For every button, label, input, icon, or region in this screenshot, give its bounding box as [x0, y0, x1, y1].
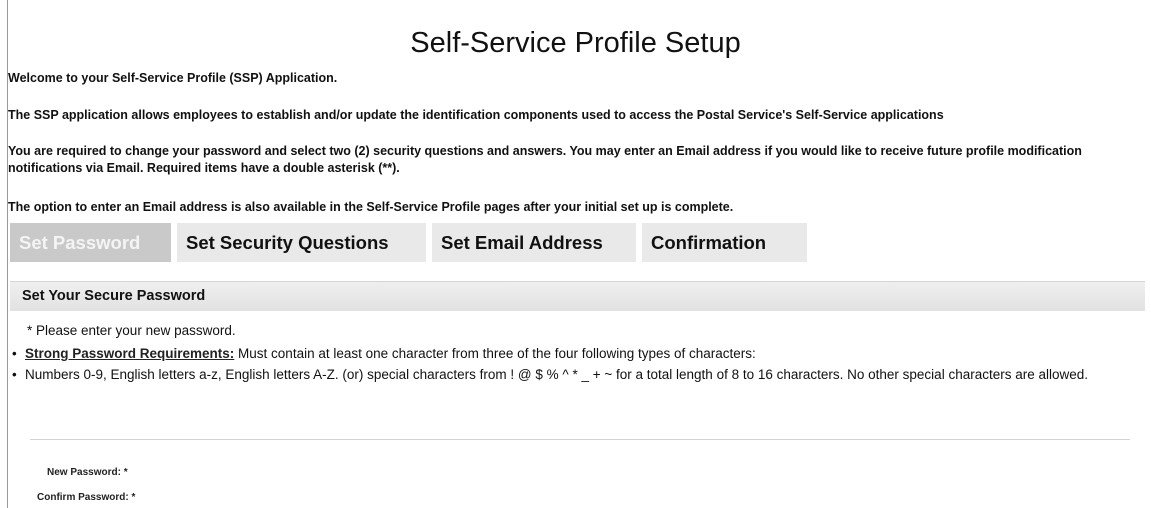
bullet-marker: • [12, 346, 17, 361]
new-password-label: New Password: * [47, 467, 128, 478]
bullet-marker: • [12, 367, 17, 382]
tab-set-password[interactable]: Set Password [10, 223, 171, 262]
page-title: Self-Service Profile Setup [410, 27, 741, 59]
section-title: Set Your Secure Password [22, 288, 206, 304]
section-divider [30, 439, 1130, 440]
allowed-characters-text: Numbers 0-9, English letters a-z, Englis… [25, 367, 1089, 382]
tab-set-email-address[interactable]: Set Email Address [432, 223, 636, 262]
description-text: The SSP application allows employees to … [8, 108, 944, 122]
welcome-text: Welcome to your Self-Service Profile (SS… [8, 71, 338, 85]
confirm-password-label: Confirm Password: * [37, 492, 136, 503]
strong-password-requirements-link[interactable]: Strong Password Requirements: [25, 346, 234, 361]
requirements-bullet: • Strong Password Requirements: Must cont… [12, 345, 1132, 363]
password-instruction: * Please enter your new password. [27, 323, 236, 338]
requirements-text: Must contain at least one character from… [234, 346, 756, 361]
requirement-text: You are required to change your password… [8, 144, 1082, 175]
section-header: Set Your Secure Password [10, 281, 1145, 311]
email-option-text: The option to enter an Email address is … [8, 200, 734, 214]
setup-tabs: Set Password Set Security Questions Set … [10, 223, 807, 262]
characters-bullet: • Numbers 0-9, English letters a-z, Engli… [12, 366, 1102, 384]
tab-set-security-questions[interactable]: Set Security Questions [177, 223, 426, 262]
tab-confirmation[interactable]: Confirmation [642, 223, 807, 262]
